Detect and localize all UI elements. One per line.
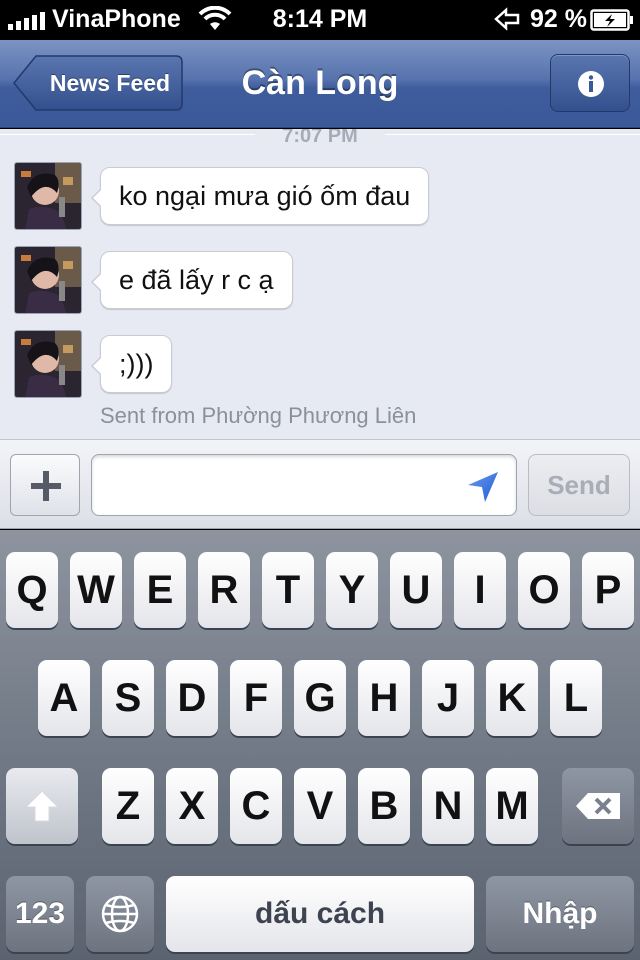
key-g[interactable]: G <box>294 660 346 736</box>
chat-area[interactable]: 7:07 PM ko ngại mưa gió ốm đau e đã lấy … <box>0 129 640 439</box>
key-z[interactable]: Z <box>102 768 154 844</box>
message-bubble[interactable]: ;))) <box>91 335 173 393</box>
delete-icon <box>576 793 620 819</box>
battery-percentage: 92 % <box>530 5 587 33</box>
bubble-tail <box>93 189 102 207</box>
key-e[interactable]: E <box>134 552 186 628</box>
key-t[interactable]: T <box>262 552 314 628</box>
message-bubble[interactable]: ko ngại mưa gió ốm đau <box>91 167 430 225</box>
shift-icon <box>24 790 60 822</box>
key-j[interactable]: J <box>422 660 474 736</box>
message-text: ;))) <box>119 349 154 379</box>
key-n[interactable]: N <box>422 768 474 844</box>
key-p[interactable]: P <box>582 552 634 628</box>
globe-icon <box>101 895 139 933</box>
key-r[interactable]: R <box>198 552 250 628</box>
key-m[interactable]: M <box>486 768 538 844</box>
avatar-image <box>15 247 81 313</box>
status-bar: VinaPhone 8:14 PM 92 % <box>0 0 640 40</box>
info-icon <box>578 71 604 97</box>
numbers-key[interactable]: 123 <box>6 876 74 952</box>
avatar[interactable] <box>14 330 82 398</box>
avatar-image <box>15 163 81 229</box>
key-v[interactable]: V <box>294 768 346 844</box>
attach-button[interactable] <box>10 454 80 516</box>
key-i[interactable]: I <box>454 552 506 628</box>
key-x[interactable]: X <box>166 768 218 844</box>
key-w[interactable]: W <box>70 552 122 628</box>
back-button-label: News Feed <box>49 70 171 96</box>
battery-icon <box>590 9 633 31</box>
avatar[interactable] <box>14 246 82 314</box>
navigation-bar: News Feed Càn Long <box>0 40 640 128</box>
return-key[interactable]: Nhập <box>486 876 634 952</box>
message-composer: Send <box>0 439 640 529</box>
key-c[interactable]: C <box>230 768 282 844</box>
info-button[interactable] <box>550 54 630 112</box>
key-q[interactable]: Q <box>6 552 58 628</box>
bubble-tail <box>93 357 102 375</box>
key-f[interactable]: F <box>230 660 282 736</box>
key-a[interactable]: A <box>38 660 90 736</box>
back-button[interactable]: News Feed <box>12 54 184 112</box>
key-o[interactable]: O <box>518 552 570 628</box>
globe-key[interactable] <box>86 876 154 952</box>
shift-key[interactable] <box>6 768 78 844</box>
message-timestamp: 7:07 PM <box>282 129 358 147</box>
message-text: e đã lấy r c ạ <box>119 265 274 295</box>
key-h[interactable]: H <box>358 660 410 736</box>
key-y[interactable]: Y <box>326 552 378 628</box>
key-s[interactable]: S <box>102 660 154 736</box>
key-l[interactable]: L <box>550 660 602 736</box>
key-u[interactable]: U <box>390 552 442 628</box>
message-text: ko ngại mưa gió ốm đau <box>119 181 411 211</box>
message-input[interactable] <box>91 454 517 516</box>
key-k[interactable]: K <box>486 660 538 736</box>
conversation-title: Càn Long <box>241 64 399 102</box>
delete-key[interactable] <box>562 768 634 844</box>
avatar[interactable] <box>14 162 82 230</box>
send-button[interactable]: Send <box>528 454 630 516</box>
keyboard: Q W E R T Y U I O P A S D F G H J K L Z … <box>0 530 640 960</box>
bubble-tail <box>93 273 102 291</box>
avatar-image <box>15 331 81 397</box>
location-arrow-icon[interactable] <box>466 470 500 504</box>
location-services-icon <box>494 7 520 31</box>
key-b[interactable]: B <box>358 768 410 844</box>
plus-icon <box>31 471 61 501</box>
message-bubble[interactable]: e đã lấy r c ạ <box>91 251 293 309</box>
key-d[interactable]: D <box>166 660 218 736</box>
space-key[interactable]: dấu cách <box>166 876 474 952</box>
sent-from-location: Sent from Phường Phương Liên <box>100 403 417 428</box>
